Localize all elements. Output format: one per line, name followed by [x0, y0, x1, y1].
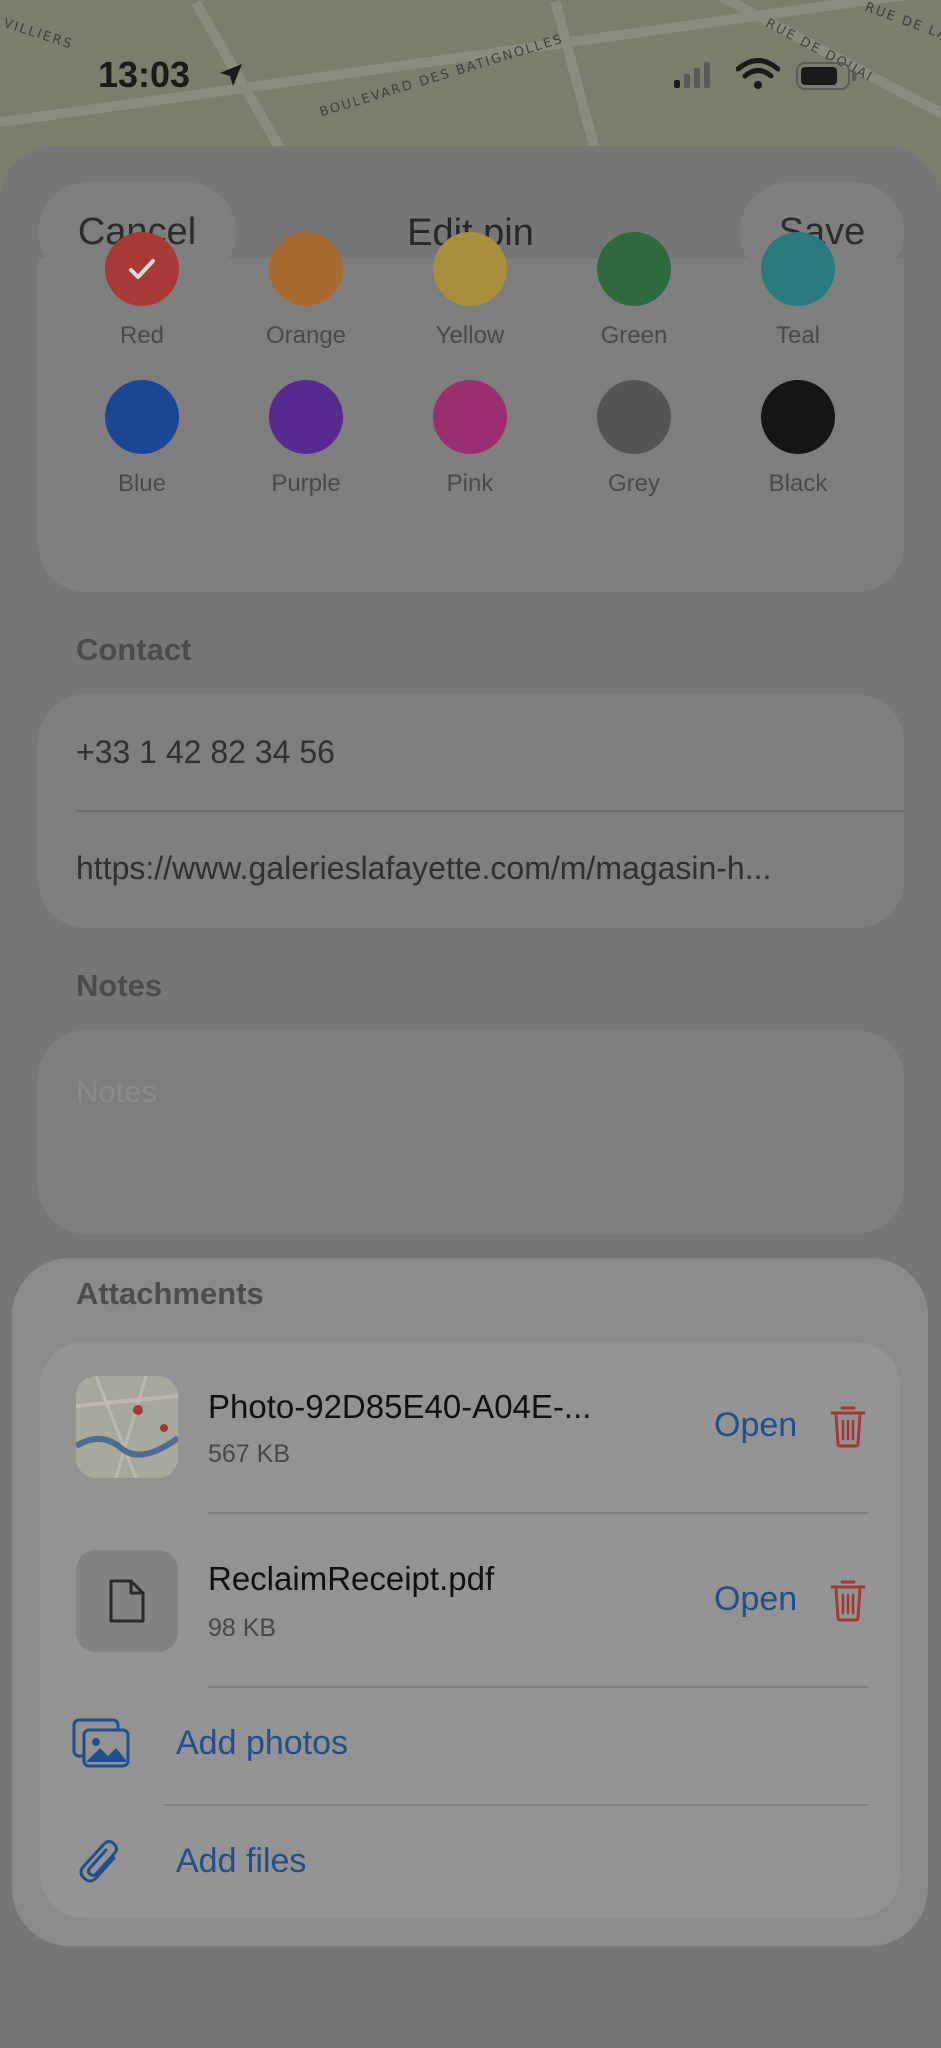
divider: [208, 1686, 868, 1688]
color-swatch-teal[interactable]: [761, 232, 835, 306]
add-photos-label: Add photos: [176, 1724, 349, 1762]
cellular-signal-icon: [672, 62, 716, 93]
wifi-icon: [735, 58, 781, 95]
document-icon: [109, 1579, 145, 1623]
notes-section-label: Notes: [76, 968, 163, 1003]
add-files-label: Add files: [176, 1842, 307, 1880]
color-swatch-yellow[interactable]: [433, 232, 507, 306]
status-time: 13:03: [98, 54, 191, 95]
color-swatch-orange[interactable]: [269, 232, 343, 306]
color-label: Yellow: [435, 322, 505, 349]
color-label: Purple: [271, 470, 341, 497]
trash-icon[interactable]: [830, 1404, 866, 1453]
location-arrow-icon: [218, 62, 244, 93]
phone-field[interactable]: +33 1 42 82 34 56: [76, 734, 866, 771]
attachments-list: Photo-92D85E40-A04E-... 567 KB Open Recl…: [40, 1342, 900, 1918]
color-label: Orange: [265, 322, 347, 349]
color-label: Pink: [446, 470, 494, 497]
color-picker: Red Orange Yellow Green Teal Blue Purple Pink Gr…: [38, 232, 904, 592]
notes-placeholder: Notes: [76, 1074, 157, 1109]
add-photos-button[interactable]: Add photos: [40, 1694, 900, 1794]
trash-icon[interactable]: [830, 1578, 866, 1627]
contact-section-label: Contact: [76, 632, 192, 667]
color-label: Black: [768, 470, 828, 497]
attachments-panel: Attachments Photo-92D85E40-A04E-... 567 …: [12, 1258, 928, 1946]
battery-icon: [796, 62, 858, 95]
color-swatch-purple[interactable]: [269, 380, 343, 454]
divider: [208, 1512, 868, 1514]
color-label: Red: [119, 322, 165, 349]
attachments-section-label: Attachments: [76, 1276, 264, 1311]
color-swatch-green[interactable]: [597, 232, 671, 306]
paperclip-icon: [76, 1838, 122, 1893]
color-swatch-grey[interactable]: [597, 380, 671, 454]
color-swatch-blue[interactable]: [105, 380, 179, 454]
status-bar: 13:03: [0, 0, 941, 150]
attachment-size: 567 KB: [208, 1440, 291, 1468]
contact-card: +33 1 42 82 34 56 https://www.galeriesla…: [38, 694, 904, 928]
divider: [76, 810, 904, 812]
checkmark-icon: [105, 232, 179, 306]
color-label: Blue: [117, 470, 167, 497]
notes-field[interactable]: Notes: [38, 1030, 904, 1234]
url-field[interactable]: https://www.galerieslafayette.com/m/maga…: [76, 850, 866, 887]
add-files-button[interactable]: Add files: [40, 1812, 900, 1912]
divider: [164, 1804, 868, 1806]
attachment-name: ReclaimReceipt.pdf: [208, 1560, 495, 1597]
photo-thumbnail[interactable]: [76, 1376, 178, 1478]
color-swatch-red[interactable]: [105, 232, 179, 306]
open-attachment-button[interactable]: Open: [714, 1406, 797, 1445]
color-label: Grey: [607, 470, 660, 497]
color-swatch-black[interactable]: [761, 380, 835, 454]
color-swatch-pink[interactable]: [433, 380, 507, 454]
document-thumbnail[interactable]: [76, 1550, 178, 1652]
open-attachment-button[interactable]: Open: [714, 1580, 797, 1619]
color-label: Green: [600, 322, 668, 349]
attachment-name: Photo-92D85E40-A04E-...: [208, 1388, 592, 1425]
photos-icon: [72, 1718, 130, 1773]
color-label: Teal: [775, 322, 821, 349]
attachment-size: 98 KB: [208, 1614, 277, 1642]
